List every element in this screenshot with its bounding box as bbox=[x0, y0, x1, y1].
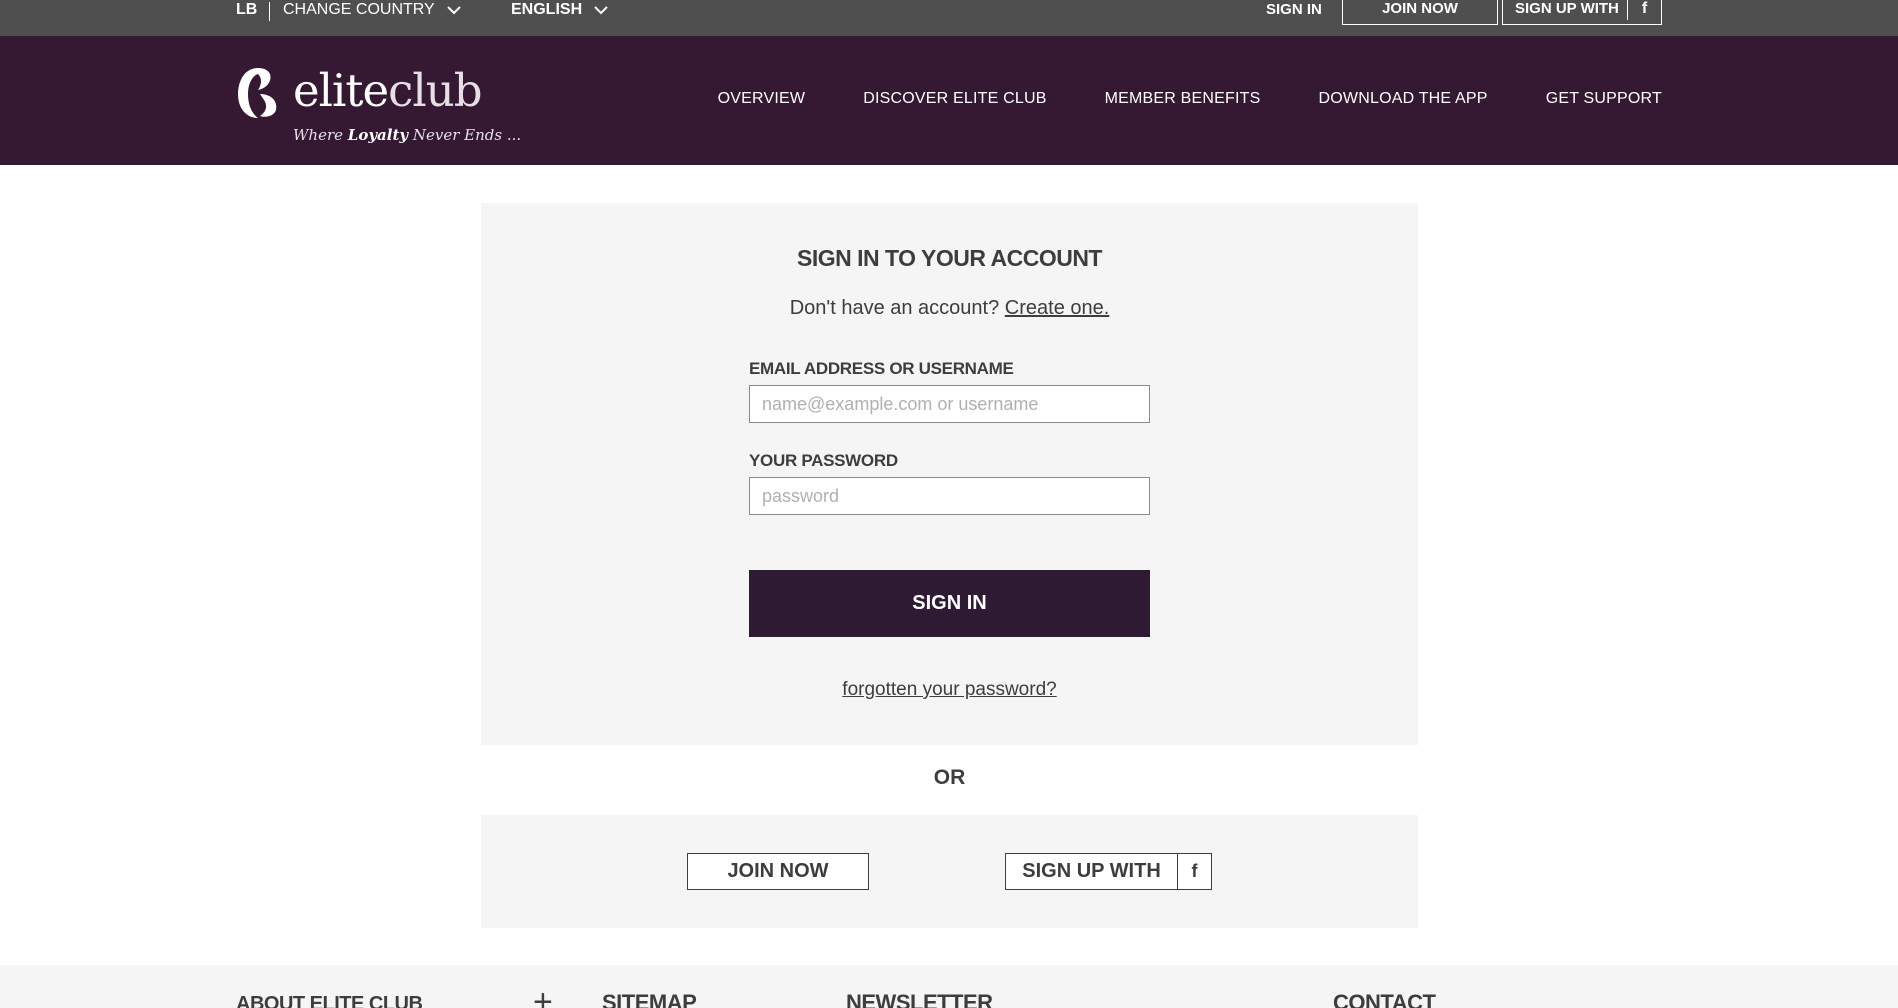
footer-contact-heading: CONTACT bbox=[1333, 990, 1436, 1008]
no-account-prompt: Don't have an account? bbox=[789, 297, 1005, 319]
footer: ABOUT ELITE CLUB + SITEMAP NEWSLETTER CO… bbox=[0, 965, 1898, 1008]
facebook-signup-label: SIGN UP WITH bbox=[1515, 0, 1619, 17]
join-now-button[interactable]: JOIN NOW bbox=[687, 853, 869, 890]
footer-newsletter-heading: NEWSLETTER bbox=[846, 990, 993, 1008]
expand-plus-icon[interactable]: + bbox=[533, 983, 553, 1008]
nav-discover-elite-club[interactable]: DISCOVER ELITE CLUB bbox=[863, 90, 1046, 108]
top-sign-in-link[interactable]: SIGN IN bbox=[1266, 0, 1322, 19]
country-code: LB bbox=[236, 1, 258, 18]
main-header: eliteclub Where Loyalty Never Ends ... O… bbox=[0, 36, 1898, 165]
facebook-signup-label: SIGN UP WITH bbox=[1022, 860, 1161, 882]
nav-get-support[interactable]: GET SUPPORT bbox=[1546, 90, 1662, 108]
tagline-bold: Loyalty bbox=[347, 126, 409, 144]
forgot-password-link[interactable]: forgotten your password? bbox=[842, 679, 1056, 700]
logo-mark-icon bbox=[238, 68, 277, 118]
forgot-password-row: forgotten your password? bbox=[481, 679, 1418, 701]
change-country-dropdown[interactable]: CHANGE COUNTRY bbox=[283, 0, 461, 19]
alt-signup-panel: JOIN NOW SIGN UP WITH f bbox=[481, 815, 1418, 928]
chevron-down-icon bbox=[594, 5, 608, 14]
logo-brand-bold: elite bbox=[293, 64, 389, 117]
language-dropdown[interactable]: ENGLISH bbox=[511, 0, 608, 19]
password-label: YOUR PASSWORD bbox=[749, 451, 898, 470]
divider bbox=[269, 2, 270, 21]
facebook-icon: f bbox=[1177, 854, 1211, 889]
sign-in-panel: SIGN IN TO YOUR ACCOUNT Don't have an ac… bbox=[481, 203, 1418, 745]
create-account-link[interactable]: Create one. bbox=[1005, 297, 1110, 319]
password-field[interactable] bbox=[749, 477, 1150, 515]
facebook-icon: f bbox=[1627, 0, 1661, 20]
chevron-down-icon bbox=[447, 5, 461, 14]
nav-member-benefits[interactable]: MEMBER BENEFITS bbox=[1105, 90, 1261, 108]
top-facebook-signup-button[interactable]: SIGN UP WITH f bbox=[1502, 0, 1662, 25]
language-label: ENGLISH bbox=[511, 1, 583, 18]
nav-download-app[interactable]: DOWNLOAD THE APP bbox=[1319, 90, 1488, 108]
or-divider: OR bbox=[933, 766, 966, 789]
logo-tagline: Where Loyalty Never Ends ... bbox=[293, 126, 521, 144]
top-utility-bar: LB CHANGE COUNTRY ENGLISH SIGN IN JOIN N… bbox=[0, 0, 1898, 36]
tagline-pre: Where bbox=[293, 126, 348, 144]
nav-overview[interactable]: OVERVIEW bbox=[718, 90, 806, 108]
footer-sitemap-heading: SITEMAP bbox=[602, 990, 697, 1008]
no-account-text: Don't have an account? Create one. bbox=[481, 297, 1418, 320]
email-label: EMAIL ADDRESS OR USERNAME bbox=[749, 359, 1014, 378]
sign-in-button[interactable]: SIGN IN bbox=[749, 570, 1150, 637]
logo-brand-light: club bbox=[388, 64, 482, 117]
email-field[interactable] bbox=[749, 385, 1150, 423]
page-title: SIGN IN TO YOUR ACCOUNT bbox=[797, 245, 1103, 271]
elite-club-logo[interactable]: eliteclub Where Loyalty Never Ends ... bbox=[236, 64, 521, 146]
main-nav: OVERVIEW DISCOVER ELITE CLUB MEMBER BENE… bbox=[718, 90, 1662, 108]
footer-about-heading: ABOUT ELITE CLUB bbox=[236, 993, 423, 1008]
facebook-signup-button[interactable]: SIGN UP WITH f bbox=[1005, 853, 1212, 890]
change-country-label: CHANGE COUNTRY bbox=[283, 1, 435, 18]
top-join-now-button[interactable]: JOIN NOW bbox=[1342, 0, 1498, 25]
logo-wordmark: eliteclub bbox=[293, 64, 483, 117]
tagline-post: Never Ends ... bbox=[408, 126, 522, 144]
